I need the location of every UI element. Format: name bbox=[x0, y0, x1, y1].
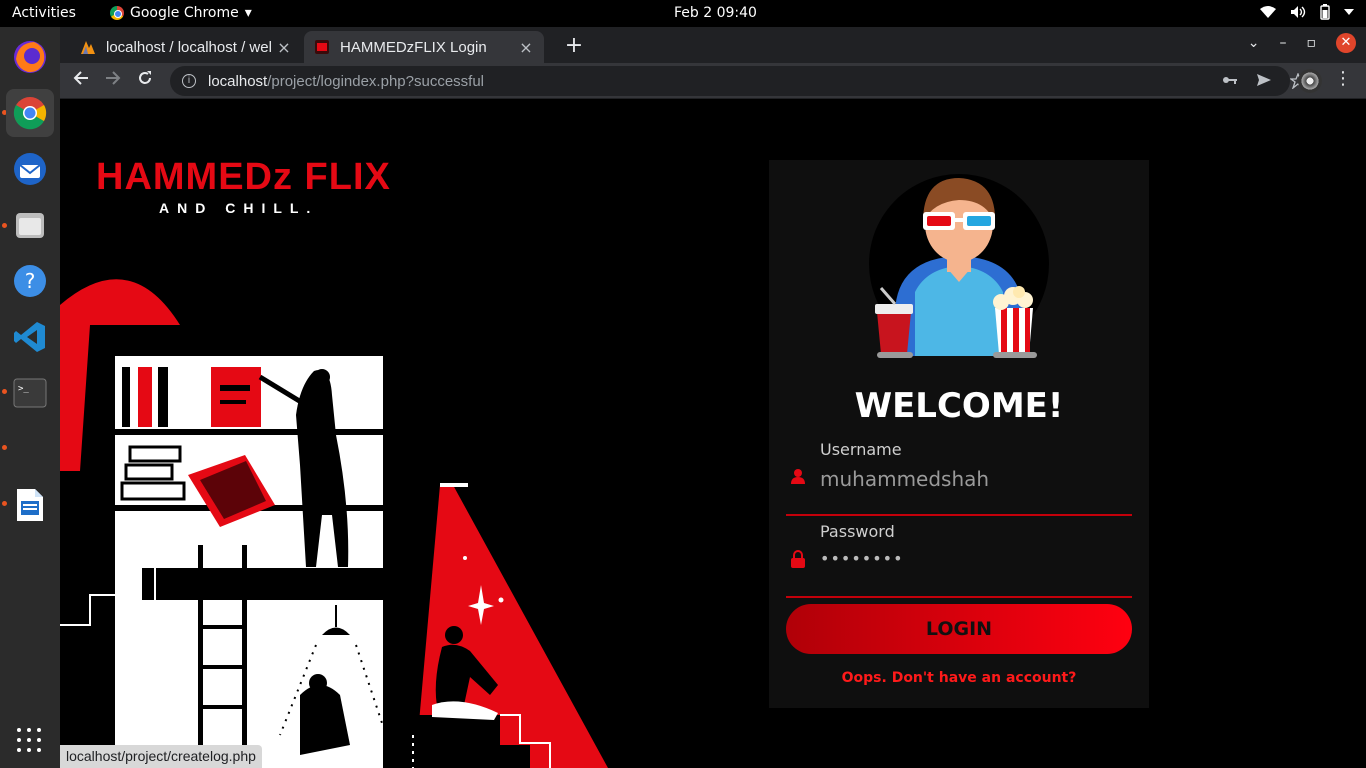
username-label: Username bbox=[820, 440, 902, 459]
url-host: localhost bbox=[208, 72, 268, 90]
svg-text:>_: >_ bbox=[18, 384, 29, 394]
password-field: Password •••••••• bbox=[786, 522, 1132, 598]
key-icon[interactable] bbox=[1222, 73, 1238, 87]
welcome-heading: WELCOME! bbox=[854, 386, 1064, 426]
vscode-icon bbox=[14, 322, 45, 352]
omnibox-actions bbox=[1222, 73, 1306, 89]
library-illustration bbox=[60, 279, 608, 768]
browser-toolbar: i localhost/project/logindex.php?success… bbox=[60, 63, 1366, 99]
battery-icon bbox=[1320, 4, 1330, 20]
close-icon[interactable]: × bbox=[276, 38, 292, 57]
login-button[interactable]: LOGIN bbox=[786, 604, 1132, 654]
tab-phpmyadmin[interactable]: localhost / localhost / wel × bbox=[70, 31, 302, 63]
close-icon[interactable]: × bbox=[518, 38, 534, 57]
phpmyadmin-icon bbox=[81, 41, 95, 54]
tab-title: HAMMEDzFLIX Login bbox=[340, 38, 487, 56]
url-path: /project/logindex.php?successful bbox=[267, 72, 484, 90]
close-window-button[interactable]: ✕ bbox=[1336, 33, 1356, 53]
maximize-button[interactable]: ▫ bbox=[1307, 35, 1317, 51]
site-logo-title: HAMMEDz FLIX bbox=[96, 156, 391, 198]
app-menu-label: Google Chrome bbox=[130, 5, 239, 21]
login-card: WELCOME! Username Password •••••••• LOGI… bbox=[769, 160, 1149, 708]
terminal-icon: >_ bbox=[13, 378, 47, 408]
username-field: Username bbox=[786, 440, 1132, 516]
user-icon bbox=[791, 469, 805, 484]
volume-icon bbox=[1291, 6, 1306, 18]
chrome-launcher[interactable] bbox=[6, 89, 54, 137]
new-tab-button[interactable]: + bbox=[560, 33, 588, 61]
tab-strip: localhost / localhost / wel × HAMMEDzFLI… bbox=[60, 27, 1366, 63]
site-logo-tagline: AND CHILL. bbox=[159, 200, 319, 216]
help-icon: ? bbox=[14, 265, 46, 297]
info-icon[interactable]: i bbox=[182, 74, 196, 88]
chrome-icon bbox=[13, 97, 47, 130]
password-label: Password bbox=[820, 522, 895, 541]
browser-menu-button[interactable]: ⋮ bbox=[1334, 68, 1352, 89]
clock[interactable]: Feb 2 09:40 bbox=[674, 5, 757, 21]
tab-title: localhost / localhost / wel bbox=[106, 38, 272, 56]
system-tray[interactable] bbox=[1260, 4, 1354, 20]
firefox-launcher[interactable] bbox=[6, 33, 54, 81]
activities-button[interactable]: Activities bbox=[12, 5, 76, 21]
reload-icon bbox=[139, 71, 151, 84]
chrome-icon bbox=[110, 6, 124, 20]
thunderbird-icon bbox=[14, 153, 46, 185]
folder-icon bbox=[16, 213, 44, 238]
send-icon[interactable] bbox=[1256, 73, 1272, 87]
app-menu[interactable]: Google Chrome ▾ bbox=[110, 5, 252, 21]
arrow-right-icon bbox=[106, 71, 121, 85]
arrow-left-icon bbox=[73, 71, 88, 85]
forward-button[interactable] bbox=[100, 68, 126, 94]
system-top-bar: Activities Google Chrome ▾ Feb 2 09:40 bbox=[0, 0, 1366, 27]
files-launcher[interactable] bbox=[6, 201, 54, 249]
hammedzflix-favicon bbox=[315, 40, 329, 54]
document-icon bbox=[17, 489, 43, 521]
minimize-button[interactable]: – bbox=[1280, 35, 1287, 51]
password-input[interactable]: •••••••• bbox=[820, 549, 1120, 579]
help-launcher[interactable]: ? bbox=[6, 257, 54, 305]
tab-search-icon[interactable]: ⌄ bbox=[1248, 35, 1260, 51]
back-button[interactable] bbox=[68, 68, 94, 94]
window-controls: ⌄ – ▫ ✕ bbox=[1248, 33, 1356, 53]
show-applications-button[interactable] bbox=[17, 728, 41, 752]
chevron-down-icon: ▾ bbox=[244, 5, 252, 21]
firefox-icon bbox=[14, 41, 46, 73]
tab-hammedzflix-login[interactable]: HAMMEDzFLIX Login × bbox=[304, 31, 544, 63]
profile-avatar[interactable] bbox=[1298, 69, 1322, 93]
reload-button[interactable] bbox=[132, 68, 158, 94]
lock-icon bbox=[791, 550, 805, 568]
writer-launcher[interactable] bbox=[6, 481, 54, 529]
web-page: HAMMEDz FLIX AND CHILL. WELCOME! Usernam… bbox=[60, 100, 1366, 768]
signup-link[interactable]: Oops. Don't have an account? bbox=[769, 670, 1149, 686]
vscode-launcher[interactable] bbox=[6, 313, 54, 361]
link-hover-status: localhost/project/createlog.php bbox=[60, 745, 262, 768]
thunderbird-launcher[interactable] bbox=[6, 145, 54, 193]
wifi-icon bbox=[1260, 6, 1276, 18]
moviegoer-avatar bbox=[869, 174, 1049, 358]
terminal-launcher[interactable]: >_ bbox=[6, 369, 54, 417]
address-bar[interactable]: i localhost/project/logindex.php?success… bbox=[170, 66, 1290, 96]
dock: ? >_ bbox=[0, 27, 60, 768]
chevron-down-icon bbox=[1344, 9, 1354, 15]
username-input[interactable] bbox=[820, 464, 1120, 494]
svg-text:?: ? bbox=[25, 269, 36, 293]
